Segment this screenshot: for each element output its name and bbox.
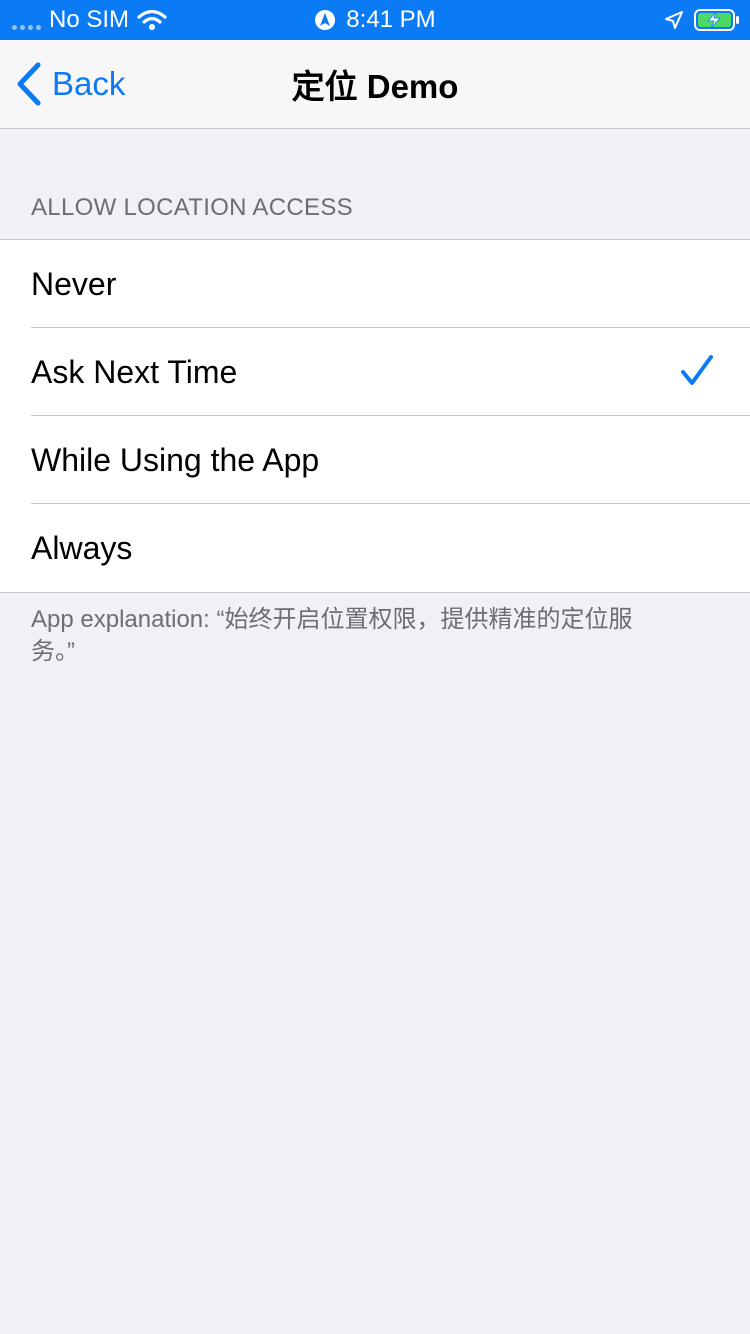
option-always[interactable]: Always: [0, 504, 750, 592]
option-ask-next-time[interactable]: Ask Next Time: [0, 328, 750, 416]
status-time: 8:41 PM: [346, 6, 436, 33]
status-bar: No SIM 8:41 PM: [0, 0, 750, 40]
option-label: Never: [31, 265, 117, 302]
navigation-bar: Back 定位 Demo: [0, 40, 750, 129]
checkmark-icon: [681, 355, 713, 385]
section-header: ALLOW LOCATION ACCESS: [31, 194, 353, 221]
option-label: Always: [31, 529, 133, 566]
chevron-left-icon: [17, 62, 41, 106]
status-center: 8:41 PM: [0, 0, 750, 40]
option-while-using-app[interactable]: While Using the App: [0, 416, 750, 504]
option-never[interactable]: Never: [0, 240, 750, 328]
status-right: [664, 0, 740, 40]
navigation-icon: [315, 10, 336, 30]
option-label: Ask Next Time: [31, 353, 238, 390]
location-arrow-icon: [665, 11, 683, 29]
back-button[interactable]: Back: [16, 40, 125, 128]
battery-charging-icon: [694, 9, 739, 31]
app-explanation: App explanation: “始终开启位置权限，提供精准的定位服务。”: [31, 606, 633, 665]
location-options-list: Never Ask Next Time While Using the App …: [0, 239, 750, 593]
option-label: While Using the App: [31, 441, 320, 478]
back-label: Back: [52, 65, 126, 102]
